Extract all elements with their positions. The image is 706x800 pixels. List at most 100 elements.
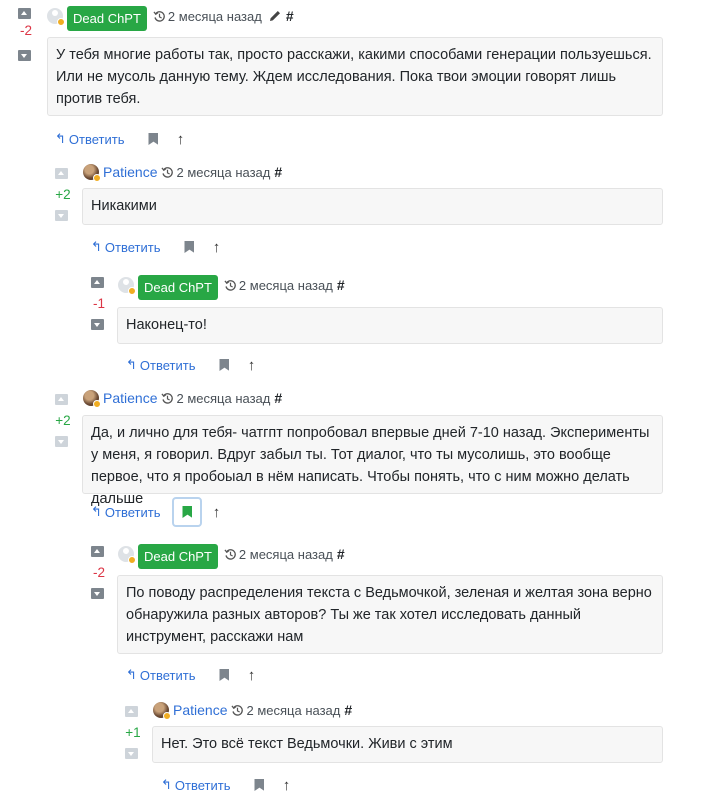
- permalink-hash[interactable]: #: [274, 390, 282, 406]
- reply-button[interactable]: ↰ Ответить: [55, 131, 124, 147]
- bookmark-icon: [219, 669, 230, 681]
- reply-button[interactable]: ↰ Ответить: [126, 667, 195, 683]
- upvote-button[interactable]: [125, 706, 138, 717]
- up-arrow-icon[interactable]: ↑: [280, 777, 292, 794]
- comment-body: Да, и лично для тебя- чатгпт попробовал …: [82, 415, 663, 507]
- author-badge[interactable]: Dead ChPT: [67, 5, 147, 31]
- comment-score: +2: [55, 413, 71, 428]
- reply-button[interactable]: ↰ Ответить: [161, 777, 230, 793]
- downvote-button[interactable]: [125, 748, 138, 759]
- upvote-button[interactable]: [55, 394, 68, 405]
- comment-header: Dead ChPT 2 месяца назад #: [118, 543, 345, 569]
- comment-score: +1: [125, 725, 141, 740]
- comment-header: Patience 2 месяца назад #: [153, 700, 352, 720]
- reply-arrow-icon: ↰: [55, 131, 66, 146]
- comment-score: -1: [92, 296, 105, 311]
- comment-header: Dead ChPT 2 месяца назад #: [47, 5, 294, 31]
- avatar[interactable]: [118, 277, 136, 295]
- comment-score: -2: [19, 23, 32, 38]
- avatar[interactable]: [83, 390, 101, 408]
- upvote-button[interactable]: [91, 546, 104, 557]
- comment-date[interactable]: 2 месяца назад: [176, 391, 270, 406]
- comment-actions: ↰ Ответить ↑: [126, 352, 257, 378]
- upvote-button[interactable]: [18, 8, 31, 19]
- author-name[interactable]: Patience: [103, 390, 157, 406]
- comment-body: Никакими: [82, 188, 663, 225]
- bookmark-icon: [219, 359, 230, 371]
- comment-actions: ↰ Ответить ↑: [55, 126, 186, 152]
- reply-button[interactable]: ↰ Ответить: [91, 239, 160, 255]
- comment-date[interactable]: 2 месяца назад: [239, 278, 333, 293]
- bookmark-button[interactable]: [209, 660, 239, 690]
- comment-actions: ↰ Ответить ↑: [161, 772, 292, 798]
- bookmark-icon: [148, 133, 159, 145]
- author-badge[interactable]: Dead ChPT: [138, 274, 218, 300]
- bookmark-button[interactable]: [209, 350, 239, 380]
- bookmark-icon: [254, 779, 265, 791]
- comment-date[interactable]: 2 месяца назад: [239, 547, 333, 562]
- avatar[interactable]: [47, 8, 65, 26]
- comment-body: Наконец-то!: [117, 307, 663, 344]
- bookmark-icon: [182, 506, 193, 518]
- up-arrow-icon[interactable]: ↑: [210, 239, 222, 256]
- history-clock-icon: [161, 392, 174, 404]
- reply-button[interactable]: ↰ Ответить: [91, 504, 160, 520]
- downvote-button[interactable]: [91, 588, 104, 599]
- comment-date[interactable]: 2 месяца назад: [246, 703, 340, 718]
- author-badge[interactable]: Dead ChPT: [138, 543, 218, 569]
- downvote-button[interactable]: [18, 50, 31, 61]
- up-arrow-icon[interactable]: ↑: [210, 504, 222, 521]
- author-name[interactable]: Patience: [103, 164, 157, 180]
- comment-actions: ↰ Ответить ↑: [91, 497, 222, 527]
- up-arrow-icon[interactable]: ↑: [245, 357, 257, 374]
- comment-body: Нет. Это всё текст Ведьмочки. Живи с эти…: [152, 726, 663, 763]
- bookmark-icon: [184, 241, 195, 253]
- reply-arrow-icon: ↰: [126, 357, 137, 372]
- author-name[interactable]: Patience: [173, 702, 227, 718]
- reply-label: Ответить: [104, 504, 161, 520]
- bookmark-button[interactable]: [174, 232, 204, 262]
- history-clock-icon: [231, 704, 244, 716]
- avatar[interactable]: [153, 702, 171, 720]
- comment-score: -2: [92, 565, 105, 580]
- reply-arrow-icon: ↰: [161, 777, 172, 792]
- bookmark-button[interactable]: [244, 770, 274, 800]
- history-clock-icon: [224, 279, 236, 291]
- permalink-hash[interactable]: #: [286, 8, 294, 24]
- comment-actions: ↰ Ответить ↑: [126, 662, 257, 688]
- reply-arrow-icon: ↰: [91, 239, 102, 254]
- up-arrow-icon[interactable]: ↑: [174, 131, 186, 148]
- upvote-button[interactable]: [91, 277, 104, 288]
- reply-button[interactable]: ↰ Ответить: [126, 357, 195, 373]
- reply-label: Ответить: [139, 357, 196, 373]
- bookmark-button[interactable]: [138, 124, 168, 154]
- comment-header: Dead ChPT 2 месяца назад #: [118, 274, 345, 300]
- comment-header: Patience 2 месяца назад #: [83, 162, 282, 182]
- bookmark-button-active[interactable]: [172, 497, 203, 527]
- reply-label: Ответить: [104, 239, 161, 255]
- reply-label: Ответить: [68, 131, 125, 147]
- reply-arrow-icon: ↰: [91, 504, 102, 519]
- upvote-button[interactable]: [55, 168, 68, 179]
- comment-header: Patience 2 месяца назад #: [83, 388, 282, 408]
- up-arrow-icon[interactable]: ↑: [245, 667, 257, 684]
- reply-arrow-icon: ↰: [126, 667, 137, 682]
- downvote-button[interactable]: [55, 436, 68, 447]
- permalink-hash[interactable]: #: [337, 277, 345, 293]
- history-clock-icon: [161, 166, 174, 178]
- comment-body: По поводу распределения текста с Ведьмоч…: [117, 575, 663, 654]
- permalink-hash[interactable]: #: [344, 702, 352, 718]
- comment-date[interactable]: 2 месяца назад: [168, 9, 262, 24]
- comment-score: +2: [55, 187, 71, 202]
- avatar[interactable]: [83, 164, 101, 182]
- comment-body: У тебя многие работы так, просто расскаж…: [47, 37, 663, 116]
- pencil-icon[interactable]: [268, 9, 282, 23]
- reply-label: Ответить: [174, 777, 231, 793]
- permalink-hash[interactable]: #: [337, 546, 345, 562]
- comment-date[interactable]: 2 месяца назад: [176, 165, 270, 180]
- permalink-hash[interactable]: #: [274, 164, 282, 180]
- avatar[interactable]: [118, 546, 136, 564]
- reply-label: Ответить: [139, 667, 196, 683]
- downvote-button[interactable]: [55, 210, 68, 221]
- downvote-button[interactable]: [91, 319, 104, 330]
